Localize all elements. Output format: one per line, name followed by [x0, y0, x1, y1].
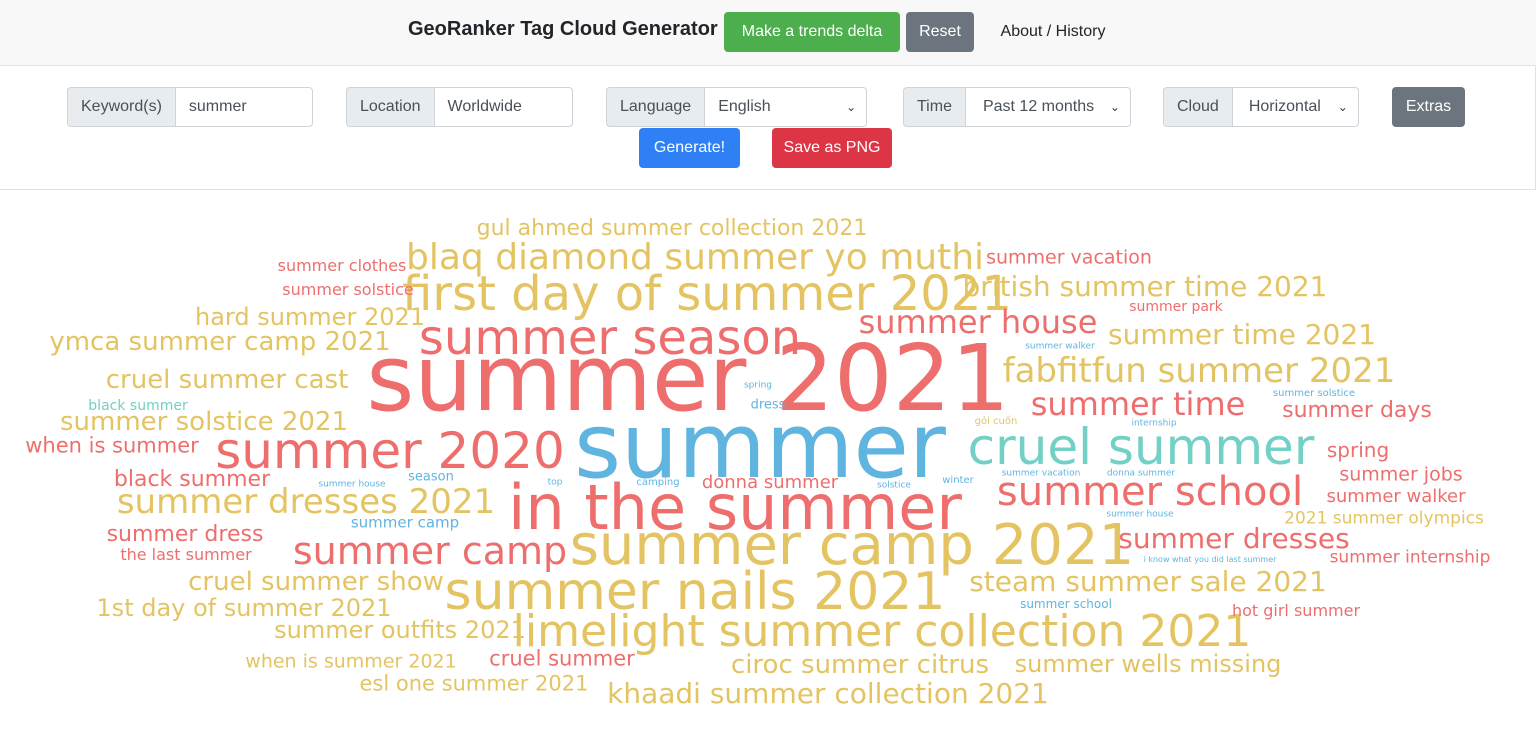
- tag-word: top: [547, 477, 563, 488]
- tag-word: 1st day of summer 2021: [96, 594, 392, 622]
- navbar: GeoRanker Tag Cloud Generator Make a tre…: [0, 0, 1536, 66]
- tag-word: fabfitfun summer 2021: [1002, 351, 1396, 391]
- cloud-label: Cloud: [1163, 87, 1232, 127]
- language-group: Language English ⌄: [606, 87, 868, 127]
- tag-word: black summer: [113, 467, 271, 492]
- tag-word: internship: [1131, 418, 1177, 429]
- tag-word: dress: [750, 397, 786, 413]
- tag-word: summer camp: [292, 529, 568, 573]
- tag-word: summer time: [1030, 385, 1246, 423]
- tag-word: summer solstice: [1272, 388, 1356, 399]
- location-label: Location: [346, 87, 434, 127]
- tag-word: when is summer 2021: [245, 650, 457, 673]
- language-label: Language: [606, 87, 705, 127]
- tag-word: summer camp: [350, 513, 460, 532]
- tag-word: summer house: [1106, 509, 1174, 520]
- tag-word: donna summer: [701, 472, 839, 493]
- tag-word: summer school: [1020, 597, 1112, 611]
- generate-button[interactable]: Generate!: [639, 128, 740, 168]
- tag-word: cruel summer show: [188, 567, 444, 597]
- tag-word: summer park: [1129, 299, 1223, 315]
- time-label: Time: [903, 87, 965, 127]
- time-select[interactable]: Past 12 months ⌄: [964, 87, 1131, 127]
- keyword-input[interactable]: summer: [174, 87, 313, 127]
- tag-word: season: [408, 469, 454, 485]
- trends-delta-button[interactable]: Make a trends delta: [724, 12, 900, 52]
- language-select[interactable]: English ⌄: [704, 87, 868, 127]
- cloud-value: Horizontal: [1248, 98, 1321, 115]
- chevron-down-icon: ⌄: [1337, 100, 1348, 114]
- tag-word: spring: [1326, 438, 1390, 462]
- keyword-group: Keyword(s) summer: [67, 87, 313, 127]
- time-value: Past 12 months: [982, 98, 1095, 115]
- tag-word: summer house: [318, 479, 386, 490]
- cloud-group: Cloud Horizontal ⌄: [1163, 87, 1359, 127]
- tag-word: summer dresses: [1118, 522, 1350, 555]
- language-value: English: [718, 98, 771, 115]
- location-input[interactable]: Worldwide: [433, 87, 573, 127]
- tag-cloud: summer 2021 summer in the summer summer cam…: [0, 191, 1536, 735]
- location-group: Location Worldwide: [346, 87, 573, 127]
- tag-word: hot girl summer: [1231, 601, 1361, 620]
- tag-word: summer days: [1282, 398, 1432, 423]
- tag-word: cruel summer: [489, 646, 635, 671]
- tag-word: summer walker: [1025, 341, 1095, 352]
- tag-word: summer vacation: [1001, 468, 1081, 479]
- chevron-down-icon: ⌄: [1109, 100, 1120, 114]
- tag-word: khaadi summer collection 2021: [607, 677, 1049, 710]
- tag-word: british summer time 2021: [962, 270, 1328, 303]
- tag-word: the last summer: [120, 545, 252, 564]
- keyword-label: Keyword(s): [67, 87, 175, 127]
- tag-word: ciroc summer citrus: [730, 650, 990, 680]
- tag-word: summer wells missing: [1014, 650, 1282, 678]
- save-png-button[interactable]: Save as PNG: [772, 128, 892, 168]
- tag-word: spring: [743, 380, 773, 391]
- chevron-down-icon: ⌄: [846, 100, 857, 114]
- tag-word: summer house: [858, 303, 1098, 341]
- tag-word: steam summer sale 2021: [969, 565, 1327, 598]
- reset-button[interactable]: Reset: [906, 12, 974, 52]
- tag-word: winter: [942, 475, 974, 486]
- tag-word: summer clothes: [277, 256, 407, 275]
- tag-word: ymca summer camp 2021: [49, 327, 391, 357]
- cloud-select[interactable]: Horizontal ⌄: [1231, 87, 1359, 127]
- extras-button[interactable]: Extras: [1392, 87, 1465, 127]
- tag-word: black summer: [88, 398, 188, 414]
- tag-word: summer internship: [1329, 547, 1491, 568]
- tag-word: hard summer 2021: [194, 303, 426, 331]
- tag-word: summer time 2021: [1108, 318, 1376, 351]
- tag-word: summer solstice: [282, 280, 414, 299]
- app-title: GeoRanker Tag Cloud Generator: [408, 18, 718, 40]
- controls-panel: Keyword(s) summer Location Worldwide Lan…: [0, 66, 1536, 190]
- tag-word: i know what you did last summer: [1143, 555, 1277, 564]
- tag-word: blaq diamond summer yo muthi: [405, 237, 985, 278]
- tag-word: cruel summer cast: [105, 365, 349, 395]
- tag-word: summer dress: [106, 522, 264, 547]
- tag-word: summer vacation: [986, 246, 1152, 269]
- tag-word: camping: [636, 477, 680, 488]
- tag-word: gul ahmed summer collection 2021: [476, 216, 868, 241]
- about-history-link[interactable]: About / History: [980, 12, 1126, 52]
- tag-word: 2021 summer olympics: [1284, 508, 1484, 529]
- tag-word: donna summer: [1106, 468, 1176, 479]
- tag-word: summer walker: [1326, 486, 1466, 507]
- time-group: Time Past 12 months ⌄: [903, 87, 1131, 127]
- tag-word: gỏi cuốn: [974, 416, 1018, 427]
- tag-word: solstice: [877, 480, 911, 491]
- tag-word: when is summer: [25, 433, 199, 458]
- tag-word: summer jobs: [1339, 463, 1463, 486]
- tag-word: cruel summer: [967, 418, 1315, 476]
- tag-word: esl one summer 2021: [359, 671, 589, 696]
